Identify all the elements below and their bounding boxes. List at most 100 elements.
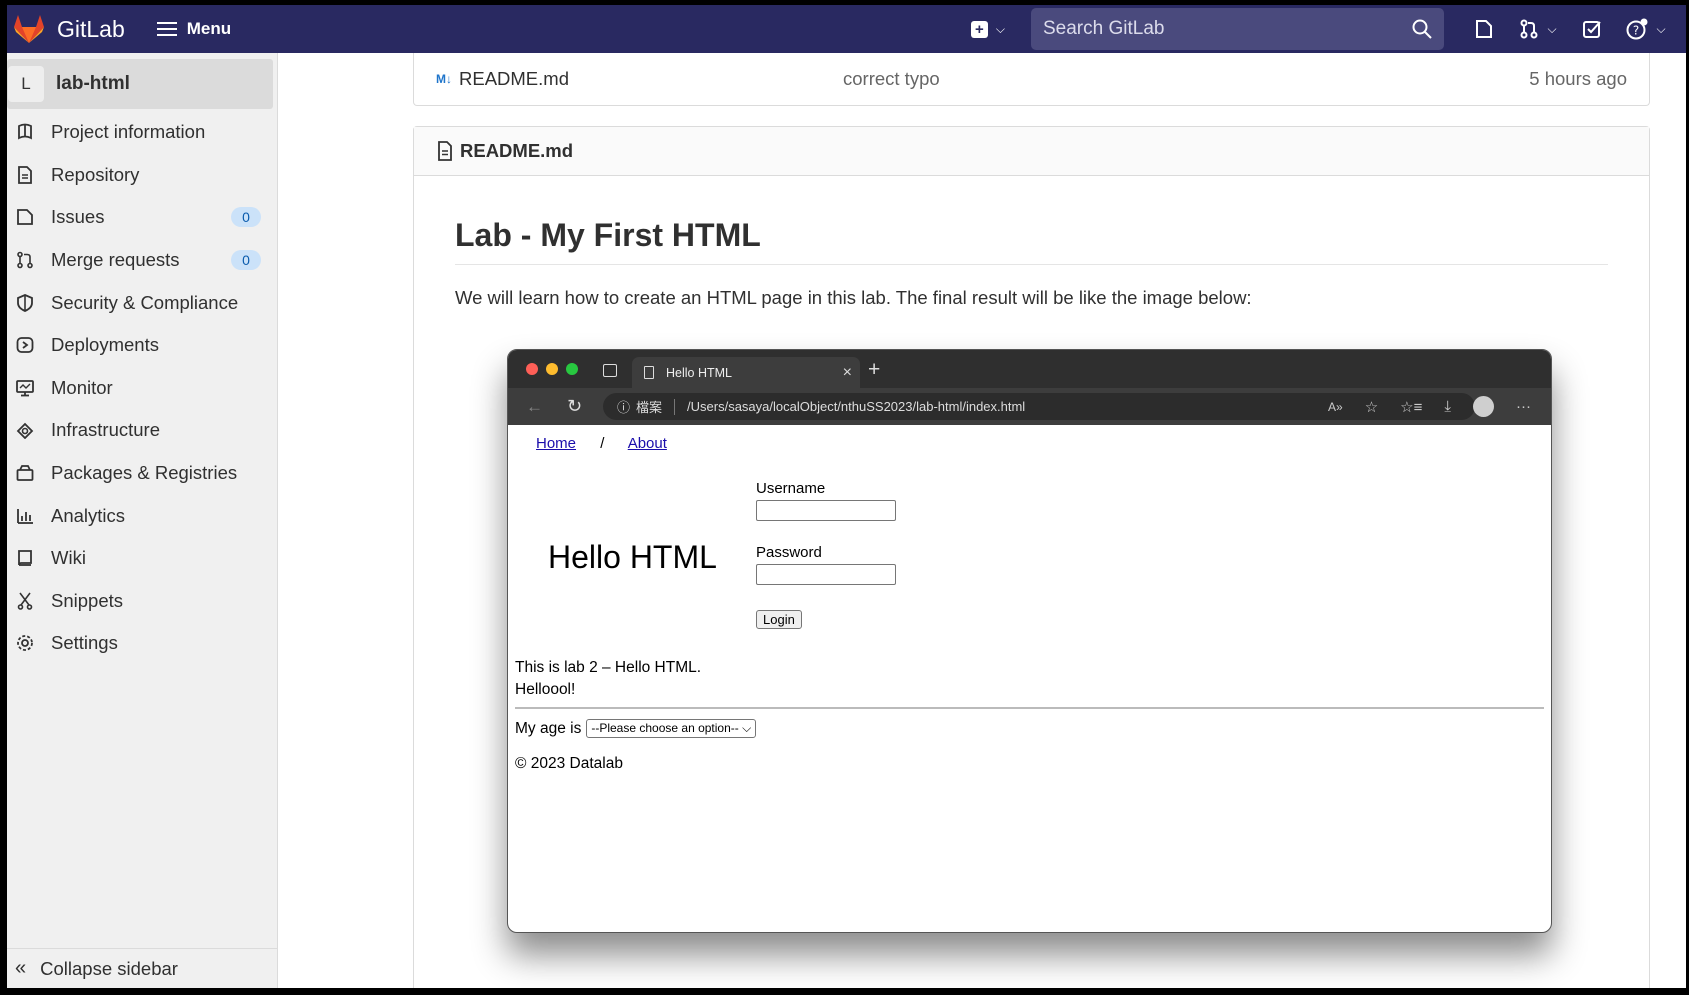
commit-time: 5 hours ago [1529, 68, 1627, 89]
menu-button[interactable]: Menu [156, 19, 231, 39]
sidebar-item-label: Monitor [51, 376, 113, 398]
svg-text:?: ? [1633, 24, 1639, 38]
sidebar-item-packages-registries[interactable]: Packages & Registries [7, 452, 277, 495]
more-options-icon: ··· [1516, 398, 1531, 415]
sidebar-item-security-compliance[interactable]: Security & Compliance [7, 281, 277, 324]
top-navbar: GitLab Menu + ⌵ Search GitLab ⌵ ? ⌵ [7, 5, 1686, 53]
about-link: About [627, 435, 667, 452]
maximize-window-dot [566, 363, 578, 375]
sidebar-item-label: Project information [51, 121, 206, 143]
page-text: This is lab 2 – Hello HTML. Helloool! [515, 657, 701, 701]
sidebar-item-repository[interactable]: Repository [7, 154, 277, 197]
issues-icon [15, 207, 35, 227]
sidebar-nav: Project information Repository Issues 0 … [7, 111, 277, 665]
project-name: lab-html [56, 73, 130, 94]
help-nav-button[interactable]: ? ⌵ [1616, 5, 1676, 53]
rocket-icon [15, 335, 35, 355]
todos-nav-button[interactable] [1568, 5, 1616, 53]
sidebar-item-merge-requests[interactable]: Merge requests 0 [7, 239, 277, 282]
scissors-icon [15, 591, 35, 611]
rendered-page: Home / About Hello HTML Username Passwor… [508, 425, 1551, 932]
create-new-button[interactable]: + ⌵ [970, 20, 1005, 38]
new-tab-icon: + [868, 358, 881, 381]
sidebar-project-header[interactable]: L lab-html [7, 59, 273, 109]
file-icon [436, 141, 454, 161]
sidebar-item-label: Deployments [51, 334, 159, 356]
page-text-line-2: Helloool! [515, 681, 576, 698]
sidebar-item-wiki[interactable]: Wiki [7, 537, 277, 580]
info-icon [15, 122, 35, 142]
file-list-row[interactable]: M↓ README.md correct typo 5 hours ago [413, 53, 1650, 106]
gear-icon [15, 633, 35, 653]
issues-icon [1476, 20, 1492, 38]
sidebar-item-label: Security & Compliance [51, 291, 239, 313]
gitlab-logo[interactable]: GitLab [13, 14, 125, 44]
sidebar-item-infrastructure[interactable]: Infrastructure [7, 409, 277, 452]
login-button: Login [756, 610, 802, 629]
book-icon [15, 548, 35, 568]
window-frame: GitLab Menu + ⌵ Search GitLab ⌵ ? ⌵ L la… [0, 0, 1689, 995]
sidebar-item-snippets[interactable]: Snippets [7, 580, 277, 623]
reload-icon: ↻ [567, 396, 583, 416]
page-nav: Home / About [536, 435, 667, 452]
password-label: Password [756, 544, 822, 561]
age-select-value: --Please choose an option-- [591, 721, 739, 735]
collapse-sidebar-button[interactable]: « Collapse sidebar [7, 948, 277, 988]
favorites-list-icon: ☆≡ [1400, 398, 1423, 416]
commit-message-link[interactable]: correct typo [843, 68, 940, 90]
browser-tab-title: Hello HTML [666, 365, 732, 380]
readme-intro: We will learn how to create an HTML page… [455, 287, 1252, 308]
chevron-down-icon: ⌵ [995, 21, 1005, 36]
hamburger-icon [156, 22, 177, 36]
download-icon: ⤓ [1444, 398, 1451, 415]
sidebar-item-monitor[interactable]: Monitor [7, 367, 277, 410]
search-icon [1412, 19, 1432, 39]
url-text: /Users/sasaya/localObject/nthuSS2023/lab… [687, 399, 1026, 414]
age-select: --Please choose an option-- ⌵ [586, 719, 757, 738]
browser-tab: Hello HTML × [632, 357, 860, 388]
age-row: My age is --Please choose an option-- ⌵ [515, 719, 757, 738]
back-arrow-icon: ← [526, 396, 543, 416]
sidebar-item-deployments[interactable]: Deployments [7, 324, 277, 367]
search-input[interactable]: Search GitLab [1031, 8, 1444, 50]
document-icon [15, 165, 35, 185]
collapse-sidebar-label: Collapse sidebar [40, 957, 178, 979]
package-icon [15, 463, 35, 483]
age-label: My age is [515, 719, 582, 737]
sidebar-item-issues[interactable]: Issues 0 [7, 196, 277, 239]
plus-square-icon: + [970, 20, 988, 38]
read-aloud-icon: A» [1328, 399, 1343, 414]
sidebar-item-project-information[interactable]: Project information [7, 111, 277, 154]
sidebar-item-label: Packages & Registries [51, 462, 238, 484]
search-placeholder: Search GitLab [1043, 18, 1165, 39]
favorite-icon: ☆ [1364, 398, 1379, 416]
cloud-gear-icon [15, 420, 35, 440]
sidebar-item-settings[interactable]: Settings [7, 622, 277, 665]
browser-tab-bar: Hello HTML × + [508, 350, 1551, 388]
page-text-line-1: This is lab 2 – Hello HTML. [515, 659, 702, 676]
gitlab-tanuki-icon [14, 15, 44, 43]
login-form: Username Password Login [756, 480, 896, 629]
home-link: Home [536, 435, 577, 452]
readme-header: README.md [414, 127, 1649, 176]
issues-nav-button[interactable] [1460, 5, 1508, 53]
project-sidebar: L lab-html Project information Repositor… [7, 53, 278, 988]
tab-actions-icon [603, 364, 617, 377]
username-field [756, 500, 896, 521]
sidebar-item-analytics[interactable]: Analytics [7, 494, 277, 537]
sidebar-item-label: Analytics [51, 504, 126, 526]
close-window-dot [526, 363, 538, 375]
readme-title: Lab - My First HTML [455, 217, 1608, 265]
readme-filename[interactable]: README.md [460, 140, 573, 162]
sidebar-item-label: Snippets [51, 589, 123, 611]
file-name-link[interactable]: README.md [459, 68, 843, 90]
password-field [756, 564, 896, 585]
markdown-icon: M↓ [436, 72, 452, 86]
issues-count-badge: 0 [231, 207, 261, 228]
chevron-down-icon: ⌵ [1656, 21, 1666, 36]
todo-checkbox-icon [1583, 21, 1601, 38]
close-tab-icon: × [842, 363, 852, 381]
merge-requests-nav-button[interactable]: ⌵ [1508, 5, 1568, 53]
browser-address-bar: ← ↻ ⓘ 檔案 /Users/sasaya/localObject/nthuS… [508, 388, 1551, 425]
sidebar-item-label: Settings [51, 632, 118, 654]
